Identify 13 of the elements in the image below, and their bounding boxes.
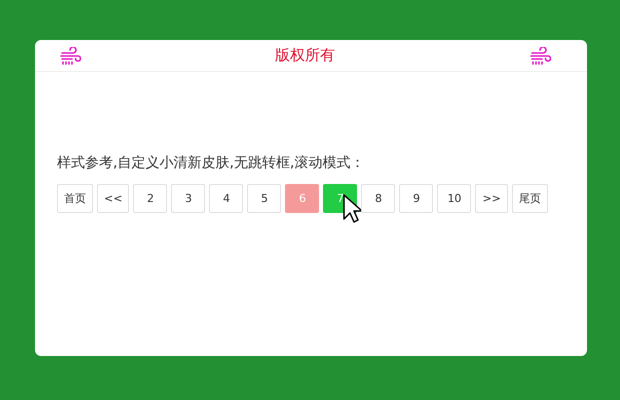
description-text: 样式参考,自定义小清新皮肤,无跳转框,滚动模式： bbox=[57, 154, 366, 172]
page-button[interactable]: << bbox=[97, 184, 130, 213]
page-button[interactable]: 8 bbox=[361, 184, 396, 213]
page-button[interactable]: 10 bbox=[437, 184, 472, 213]
page-button[interactable]: >> bbox=[475, 184, 508, 213]
page-button[interactable]: 9 bbox=[399, 184, 434, 213]
page-button[interactable]: 4 bbox=[209, 184, 244, 213]
header-title: 版权所有 bbox=[275, 46, 335, 65]
page-button[interactable]: 3 bbox=[171, 184, 206, 213]
page-button[interactable]: 尾页 bbox=[512, 184, 548, 213]
page-button[interactable]: 2 bbox=[133, 184, 168, 213]
page-button[interactable]: 5 bbox=[247, 184, 282, 213]
page-button[interactable]: 首页 bbox=[57, 184, 93, 213]
